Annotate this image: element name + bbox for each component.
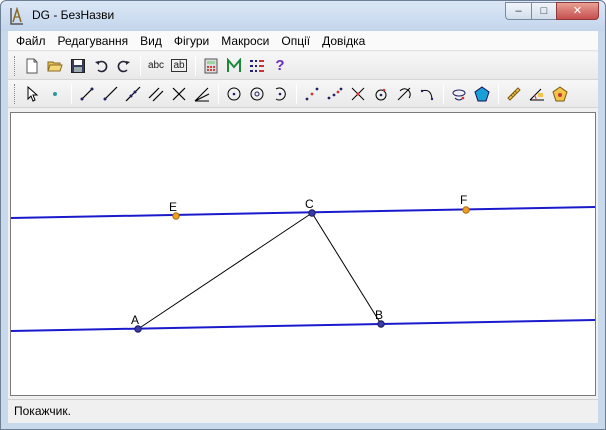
circle-icon[interactable] — [223, 83, 245, 105]
menu-help[interactable]: Довідка — [316, 32, 371, 50]
label-b: B — [375, 308, 383, 322]
help-glyph: ? — [275, 57, 285, 74]
menu-file[interactable]: Файл — [10, 32, 52, 50]
toolbar-separator — [443, 83, 444, 104]
ray-icon[interactable] — [99, 83, 121, 105]
menu-options[interactable]: Опції — [275, 32, 316, 50]
open-folder-icon[interactable] — [44, 55, 66, 77]
arc-three-points-icon[interactable] — [416, 83, 438, 105]
toolbar-separator — [140, 55, 141, 76]
text-edit-icon[interactable]: ab — [168, 55, 190, 77]
maximize-button[interactable]: □ — [531, 2, 556, 20]
segment-ac[interactable] — [137, 212, 313, 330]
point-f[interactable] — [462, 206, 470, 214]
segment-cb[interactable] — [311, 212, 382, 325]
label-e: E — [169, 200, 177, 214]
window-title: DG - БезНазви — [32, 8, 115, 22]
parallel-icon[interactable] — [145, 83, 167, 105]
menu-figures[interactable]: Фігури — [168, 32, 215, 50]
line-through-c[interactable] — [11, 206, 595, 219]
help-icon[interactable]: ? — [269, 55, 291, 77]
circle-radius-icon[interactable] — [246, 83, 268, 105]
client-area: Файл Редагування Вид Фігури Макроси Опці… — [8, 31, 598, 423]
toolbar-separator — [218, 83, 219, 104]
menu-edit[interactable]: Редагування — [52, 32, 135, 50]
label-c: C — [305, 197, 314, 211]
pointer-icon[interactable] — [21, 83, 43, 105]
toolbar-separator — [498, 83, 499, 104]
menu-view[interactable]: Вид — [134, 32, 168, 50]
label-a: A — [131, 313, 139, 327]
undo-icon[interactable] — [90, 55, 112, 77]
app-logo-icon — [10, 7, 23, 25]
toolbar-grip[interactable] — [14, 83, 17, 104]
text-label-glyph: abc — [147, 60, 165, 71]
title-bar[interactable]: DG - БезНазви – □ ✕ — [1, 1, 605, 31]
calculator-icon[interactable] — [200, 55, 222, 77]
polygon-icon[interactable] — [471, 83, 493, 105]
redo-icon[interactable] — [113, 55, 135, 77]
construction-toolbar — [8, 80, 598, 108]
toolbar-separator — [296, 83, 297, 104]
arc-icon[interactable] — [269, 83, 291, 105]
menu-bar: Файл Редагування Вид Фігури Макроси Опці… — [8, 31, 598, 51]
regular-polygon-icon[interactable] — [549, 83, 571, 105]
line-icon[interactable] — [122, 83, 144, 105]
menu-macros[interactable]: Макроси — [215, 32, 275, 50]
intersection-icon[interactable] — [347, 83, 369, 105]
midpoint-icon[interactable] — [301, 83, 323, 105]
measure-icon[interactable] — [503, 83, 525, 105]
point-on-circle-icon[interactable] — [370, 83, 392, 105]
divide-point-icon[interactable] — [324, 83, 346, 105]
toolbar-separator — [71, 83, 72, 104]
minimize-button[interactable]: – — [505, 2, 531, 20]
line-through-ab[interactable] — [11, 319, 595, 332]
app-window: DG - БезНазви – □ ✕ Файл Редагування Вид… — [0, 0, 606, 430]
point-icon[interactable] — [44, 83, 66, 105]
drawing-canvas[interactable]: E F C A B — [10, 112, 596, 396]
status-bar: Покажчик. — [8, 399, 598, 421]
equation-icon[interactable] — [246, 55, 268, 77]
save-disk-icon[interactable] — [67, 55, 89, 77]
status-text: Покажчик. — [14, 403, 71, 418]
perpendicular-icon[interactable] — [168, 83, 190, 105]
tangent-icon[interactable] — [393, 83, 415, 105]
macro-m-icon[interactable] — [223, 55, 245, 77]
text-edit-glyph: ab — [171, 59, 187, 72]
text-label-icon[interactable]: abc — [145, 55, 167, 77]
label-f: F — [460, 193, 467, 207]
angle-bisector-icon[interactable] — [191, 83, 213, 105]
toolbar-grip[interactable] — [14, 55, 17, 76]
toolbar-separator — [195, 55, 196, 76]
new-file-icon[interactable] — [21, 55, 43, 77]
geometry-drawing[interactable]: E F C A B — [11, 113, 595, 395]
close-button[interactable]: ✕ — [556, 2, 599, 20]
transform-icon[interactable] — [448, 83, 470, 105]
segment-icon[interactable] — [76, 83, 98, 105]
standard-toolbar: abc ab ? — [8, 52, 598, 80]
angle-measure-icon[interactable] — [526, 83, 548, 105]
